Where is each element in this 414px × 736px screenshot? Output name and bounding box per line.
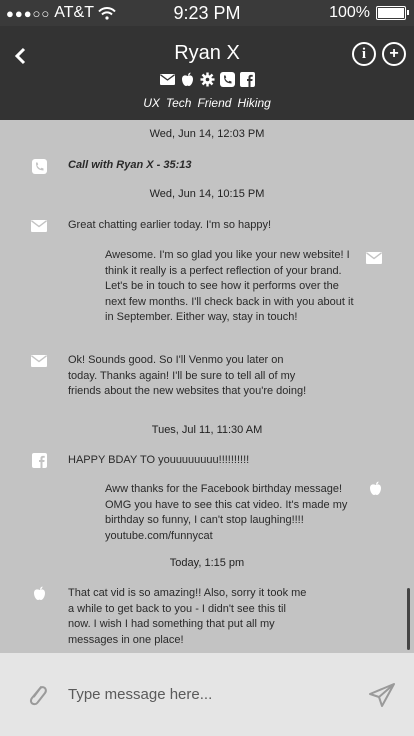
info-button[interactable]: i [352, 42, 376, 66]
attach-button[interactable] [26, 681, 50, 709]
message-incoming: That cat vid is so amazing!! Also, sorry… [68, 587, 307, 646]
status-bar: ●●●○○ AT&T 9:23 PM 100% [0, 0, 414, 26]
contact-header: Ryan X i + UX Tech Friend Hiking [0, 26, 414, 120]
tag[interactable]: Hiking [237, 96, 270, 110]
tag[interactable]: Friend [197, 96, 231, 110]
facebook-icon[interactable] [239, 72, 255, 87]
timestamp: Wed, Jun 14, 10:15 PM [149, 188, 265, 200]
channel-icons [0, 72, 414, 87]
timestamp: Wed, Jun 14, 12:03 PM [149, 128, 265, 140]
message-feed[interactable]: Wed, Jun 14, 12:03 PM Call with Ryan X -… [0, 120, 414, 653]
message-incoming: Ok! Sounds good. So I'll Venmo you later… [68, 354, 307, 397]
timestamp: Tues, Jul 11, 11:30 AM [151, 424, 263, 436]
call-log-entry: Call with Ryan X - 35:13 [68, 159, 192, 171]
message-input[interactable] [66, 685, 350, 704]
scrollbar[interactable] [407, 588, 410, 650]
apple-icon [366, 481, 384, 495]
mail-icon [30, 354, 48, 368]
phone-icon[interactable] [219, 72, 235, 87]
mail-icon [365, 251, 383, 265]
battery-percent: 100% [329, 4, 370, 21]
status-right: 100% [329, 4, 409, 22]
send-button[interactable] [368, 681, 396, 709]
mail-icon [30, 219, 48, 233]
tag[interactable]: UX [143, 96, 160, 110]
plus-icon: + [389, 45, 399, 62]
message-outgoing: Awesome. I'm so glad you like your new w… [105, 249, 354, 323]
add-button[interactable]: + [382, 42, 406, 66]
send-icon [369, 683, 395, 707]
battery-icon [376, 6, 409, 20]
timestamp: Today, 1:15 pm [169, 557, 245, 569]
message-composer [0, 653, 414, 736]
phone-icon [30, 158, 48, 174]
gear-icon[interactable] [200, 72, 215, 87]
apple-icon[interactable] [180, 72, 195, 87]
facebook-icon [30, 452, 48, 468]
paperclip-icon [29, 686, 47, 706]
info-icon: i [361, 45, 367, 62]
mail-icon[interactable] [159, 72, 175, 87]
message-incoming: Great chatting earlier today. I'm so hap… [68, 219, 272, 231]
message-incoming: HAPPY BDAY TO youuuuuuuu!!!!!!!!!! [68, 454, 250, 466]
contact-tags: UX Tech Friend Hiking [0, 96, 414, 110]
message-outgoing: Aww thanks for the Facebook birthday mes… [105, 483, 348, 542]
tag[interactable]: Tech [166, 96, 192, 110]
apple-icon [30, 586, 48, 600]
